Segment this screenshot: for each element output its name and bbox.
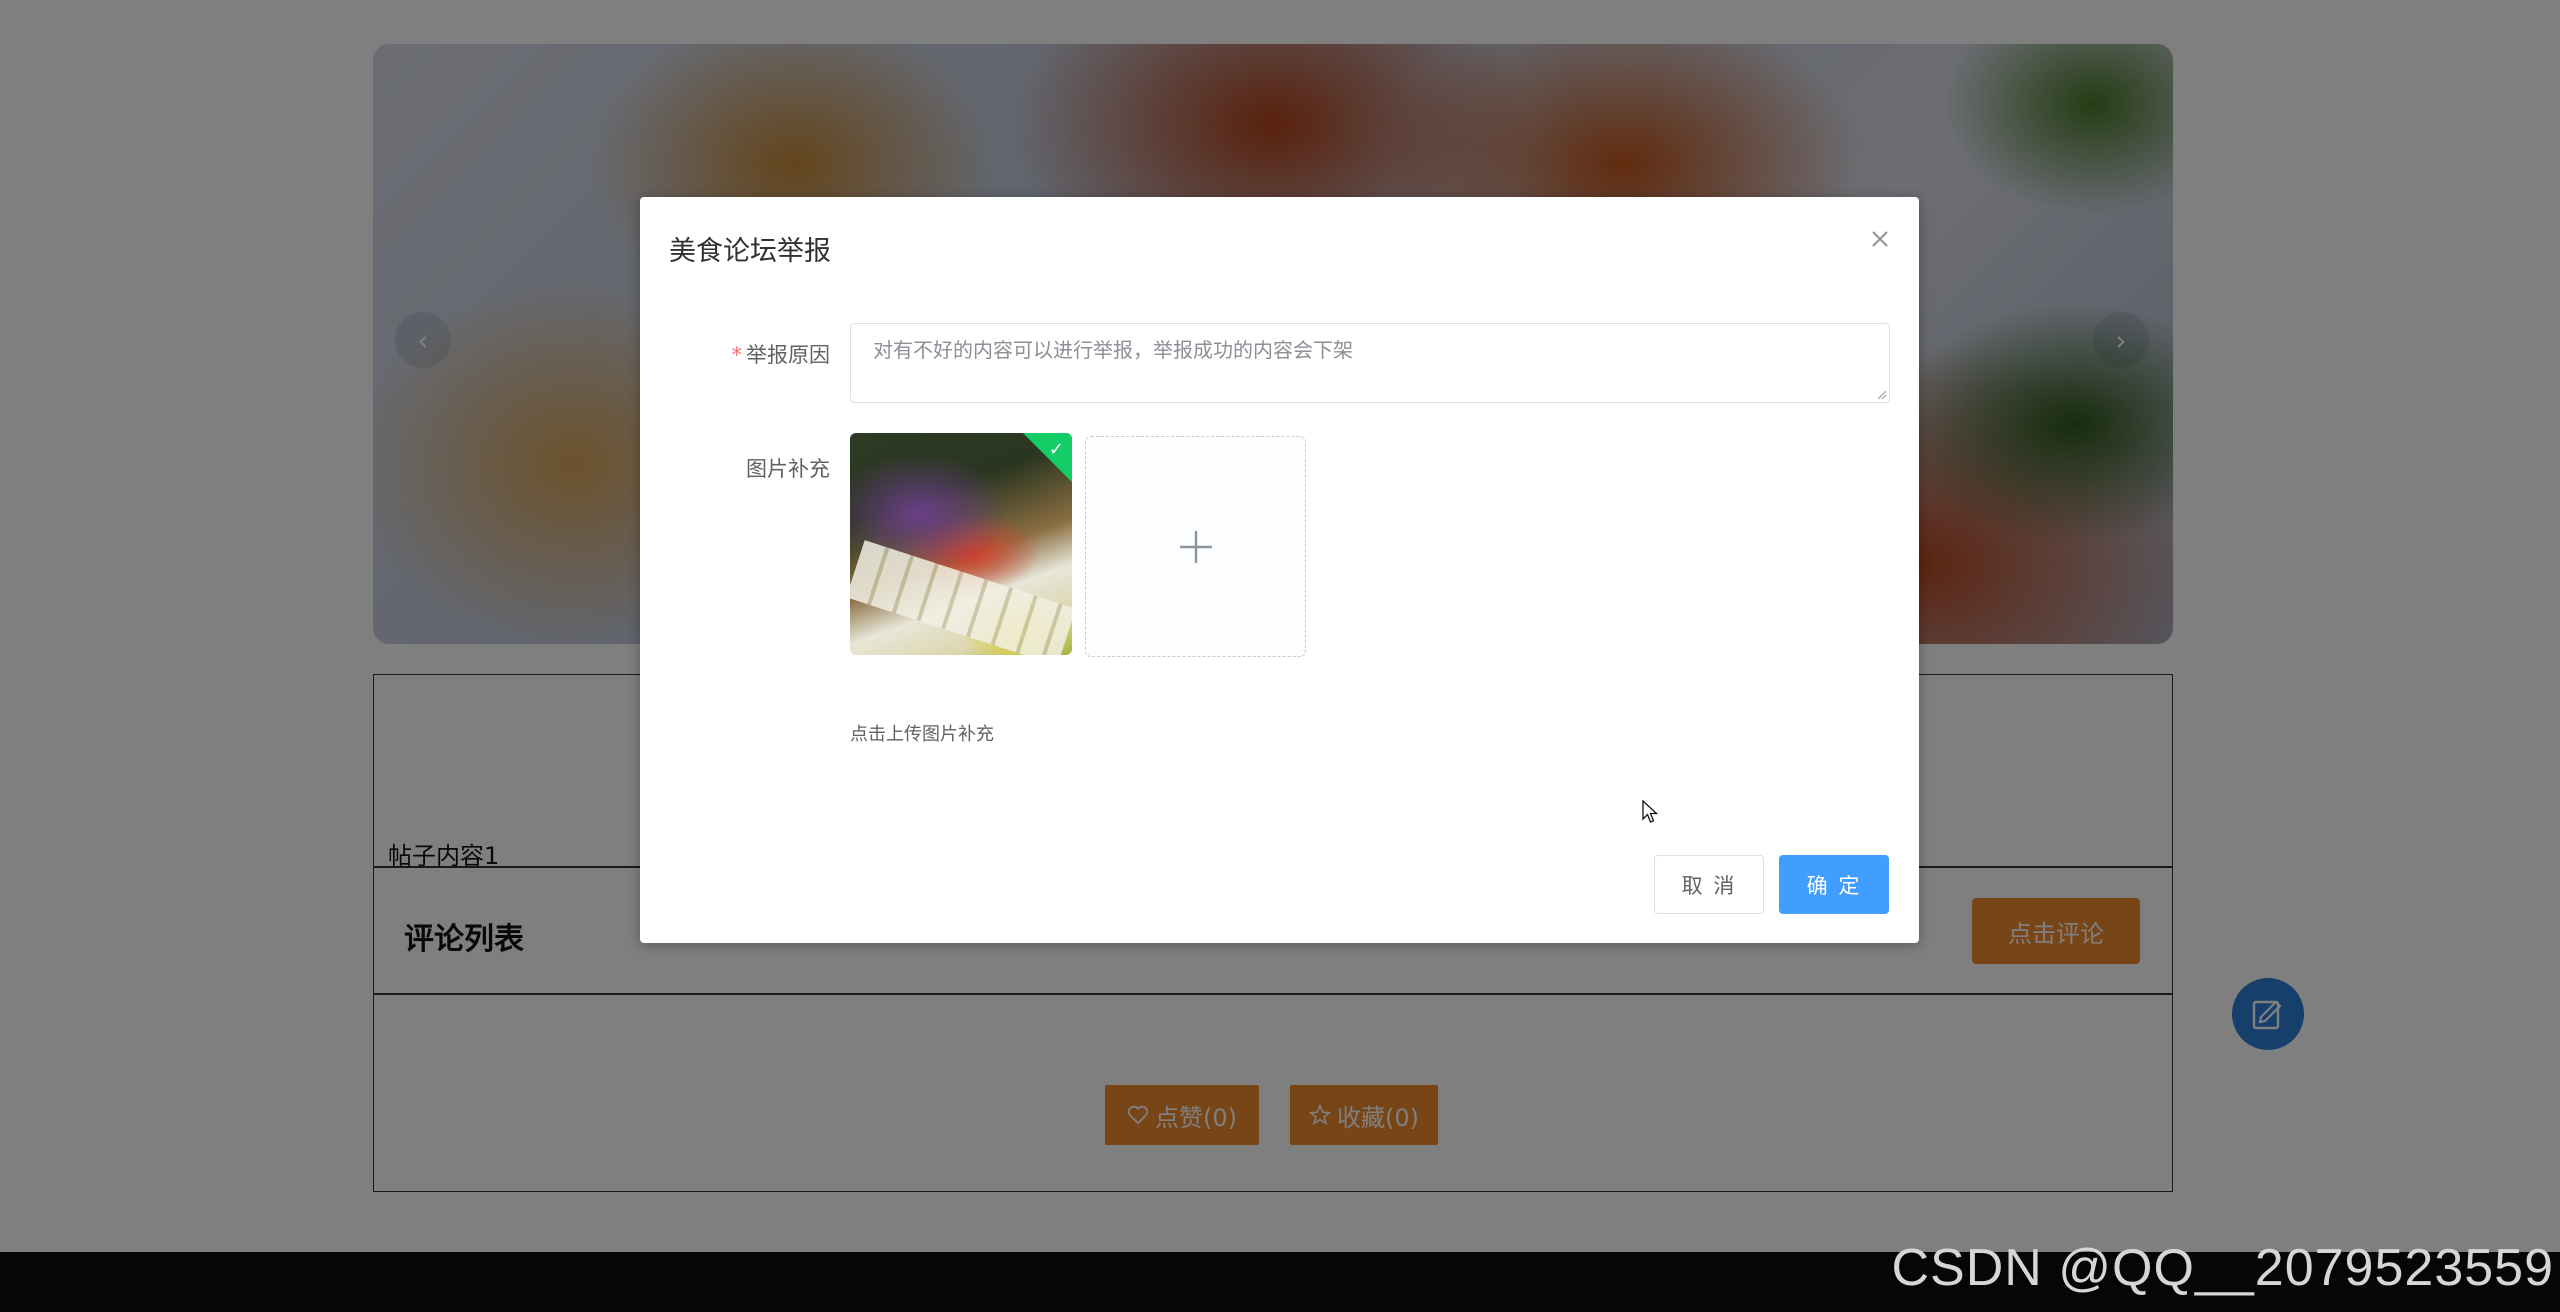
dialog-title: 美食论坛举报 <box>669 236 831 267</box>
image-label: 图片补充 <box>746 457 830 481</box>
reason-textarea[interactable] <box>850 323 1890 403</box>
mouse-cursor-icon <box>1642 800 1658 823</box>
textarea-resize-grip[interactable] <box>1877 390 1887 400</box>
reason-label-text: 举报原因 <box>746 343 830 367</box>
dialog-close-button[interactable] <box>1866 225 1894 253</box>
report-dialog: 美食论坛举报 *举报原因 图片补充 ✓ 点击上传图片补充 取 消 确 定 <box>640 197 1919 943</box>
required-mark: * <box>731 343 743 367</box>
upload-tip: 点击上传图片补充 <box>850 724 994 745</box>
thumbnail-texture <box>850 540 1072 655</box>
confirm-button[interactable]: 确 定 <box>1779 855 1889 914</box>
watermark-text: CSDN @QQ__2079523559 <box>1891 1239 2554 1297</box>
uploaded-image-thumbnail[interactable]: ✓ <box>850 433 1072 655</box>
check-icon: ✓ <box>1048 439 1064 460</box>
plus-icon <box>1179 530 1212 563</box>
upload-image-button[interactable] <box>1085 436 1306 657</box>
close-icon <box>1872 231 1888 247</box>
cancel-button[interactable]: 取 消 <box>1654 855 1764 914</box>
reason-label: * 举报原因 <box>670 339 831 369</box>
